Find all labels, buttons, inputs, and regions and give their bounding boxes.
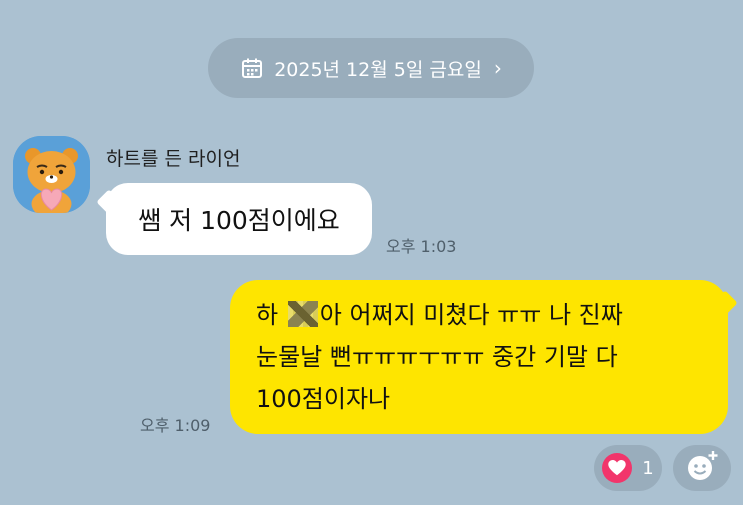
incoming-message-text: 쌤 저 100점이에요 (138, 206, 340, 235)
heart-reaction-count: 1 (642, 457, 654, 479)
outgoing-message-line-1: 하 아 어쩌지 미쳤다 ㅠㅠ 나 진짜 (256, 294, 704, 336)
ryan-heart-avatar[interactable] (13, 136, 90, 213)
bubble-tail (96, 189, 122, 215)
date-divider-button[interactable]: 2025년 12월 5일 금요일 › (208, 38, 534, 98)
outgoing-message-line-2: 눈물날 뻔ㅠㅠㅠㅜㅠㅠ 중간 기말 다 (256, 343, 618, 371)
sender-name: 하트를 든 라이언 (106, 148, 241, 170)
heart-icon (602, 453, 633, 483)
outgoing-message-line-3: 100점이자나 (256, 385, 391, 413)
mosaic-censor (287, 301, 318, 327)
add-reaction-icon (684, 448, 720, 488)
bubble-tail (712, 290, 738, 316)
outgoing-line1-start: 하 (256, 301, 279, 329)
outgoing-line1-end: 아 어쩌지 미쳤다 ㅠㅠ 나 진짜 (319, 301, 623, 329)
outgoing-message-bubble[interactable]: 하 아 어쩌지 미쳤다 ㅠㅠ 나 진짜 눈물날 뻔ㅠㅠㅠㅜㅠㅠ 중간 기말 다 … (230, 280, 738, 434)
incoming-timestamp: 오후 1:03 (386, 237, 457, 256)
calendar-icon (240, 56, 264, 80)
add-reaction-button[interactable] (673, 445, 731, 491)
chevron-right-icon: › (493, 56, 502, 80)
date-divider-label: 2025년 12월 5일 금요일 (274, 58, 482, 81)
outgoing-timestamp: 오후 1:09 (140, 416, 211, 435)
heart-reaction-button[interactable]: 1 (594, 445, 662, 491)
incoming-message-bubble[interactable]: 쌤 저 100점이에요 (96, 183, 372, 255)
